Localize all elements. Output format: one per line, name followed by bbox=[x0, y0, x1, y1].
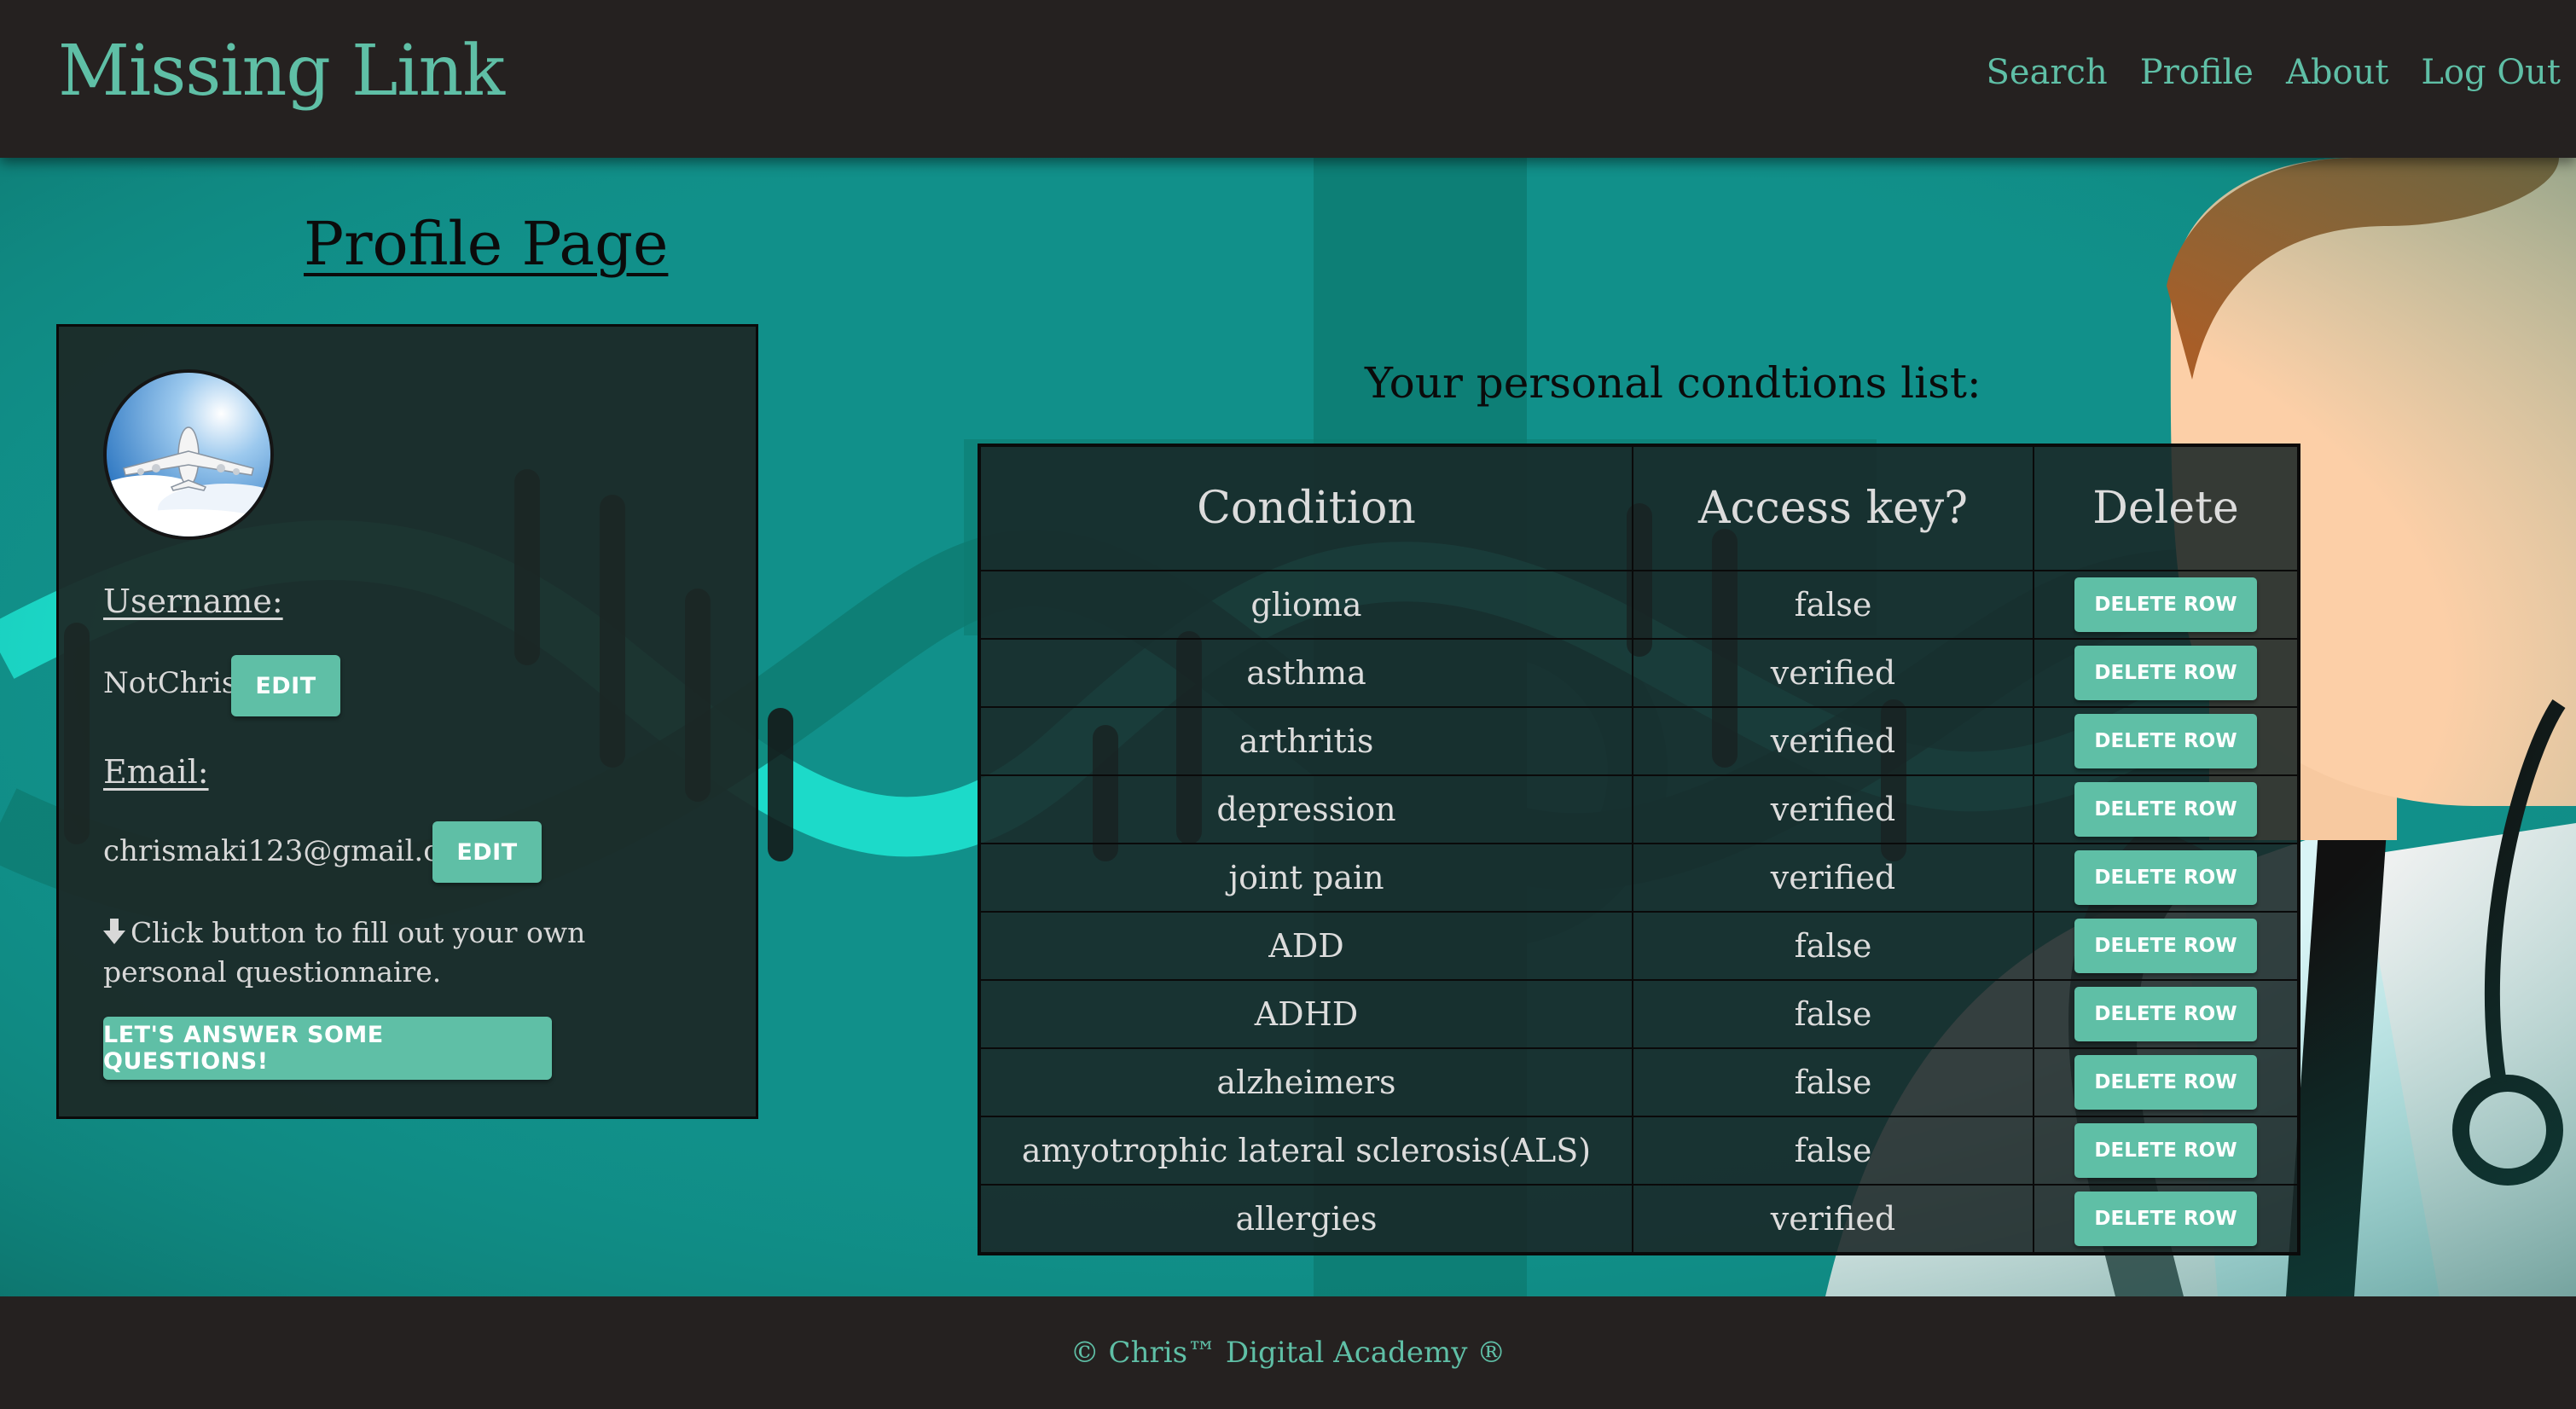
column-header-condition: Condition bbox=[978, 444, 1633, 571]
page-title: Profile Page bbox=[304, 209, 669, 279]
delete-cell: DELETE ROW bbox=[2033, 911, 2300, 981]
access-key-cell: verified bbox=[1632, 1184, 2034, 1255]
table-row: ADD false DELETE ROW bbox=[978, 911, 2300, 981]
condition-cell: ADHD bbox=[978, 979, 1633, 1049]
delete-row-button[interactable]: DELETE ROW bbox=[2074, 1055, 2257, 1110]
table-row: arthritis verified DELETE ROW bbox=[978, 706, 2300, 776]
delete-row-button[interactable]: DELETE ROW bbox=[2074, 714, 2257, 768]
table-row: allergies verified DELETE ROW bbox=[978, 1184, 2300, 1255]
access-key-cell: false bbox=[1632, 911, 2034, 981]
conditions-table: Condition Access key? Delete glioma fals… bbox=[978, 444, 2300, 1255]
airplane-avatar-icon bbox=[107, 373, 270, 536]
access-key-cell: verified bbox=[1632, 638, 2034, 708]
delete-cell: DELETE ROW bbox=[2033, 706, 2300, 776]
table-row: depression verified DELETE ROW bbox=[978, 774, 2300, 844]
delete-row-button[interactable]: DELETE ROW bbox=[2074, 577, 2257, 632]
access-key-cell: verified bbox=[1632, 774, 2034, 844]
table-header-row: Condition Access key? Delete bbox=[978, 444, 2300, 571]
edit-username-button[interactable]: EDIT bbox=[231, 655, 340, 716]
condition-cell: depression bbox=[978, 774, 1633, 844]
delete-cell: DELETE ROW bbox=[2033, 843, 2300, 913]
table-row: amyotrophic lateral sclerosis(ALS) false… bbox=[978, 1116, 2300, 1186]
delete-row-button[interactable]: DELETE ROW bbox=[2074, 1123, 2257, 1178]
footer: © Chris™ Digital Academy ® bbox=[0, 1296, 2576, 1409]
condition-cell: glioma bbox=[978, 570, 1633, 640]
delete-cell: DELETE ROW bbox=[2033, 1116, 2300, 1186]
delete-row-button[interactable]: DELETE ROW bbox=[2074, 987, 2257, 1041]
username-label: Username: bbox=[103, 583, 283, 620]
condition-cell: ADD bbox=[978, 911, 1633, 981]
delete-cell: DELETE ROW bbox=[2033, 1047, 2300, 1117]
access-key-cell: verified bbox=[1632, 706, 2034, 776]
table-row: alzheimers false DELETE ROW bbox=[978, 1047, 2300, 1117]
nav-profile-link[interactable]: Profile bbox=[2140, 53, 2254, 92]
questionnaire-hint: Click button to fill out your own person… bbox=[103, 913, 717, 992]
delete-cell: DELETE ROW bbox=[2033, 774, 2300, 844]
condition-cell: amyotrophic lateral sclerosis(ALS) bbox=[978, 1116, 1633, 1186]
access-key-cell: false bbox=[1632, 1116, 2034, 1186]
condition-cell: alzheimers bbox=[978, 1047, 1633, 1117]
hint-text: Click button to fill out your own person… bbox=[103, 916, 586, 989]
access-key-cell: false bbox=[1632, 570, 2034, 640]
avatar bbox=[103, 369, 274, 540]
delete-row-button[interactable]: DELETE ROW bbox=[2074, 850, 2257, 905]
conditions-title: Your personal condtions list: bbox=[1365, 358, 1981, 408]
arrow-down-icon bbox=[103, 919, 125, 944]
brand-logo[interactable]: Missing Link bbox=[58, 31, 505, 112]
delete-row-button[interactable]: DELETE ROW bbox=[2074, 646, 2257, 700]
nav-logout-link[interactable]: Log Out bbox=[2421, 53, 2561, 92]
nav-search-link[interactable]: Search bbox=[1987, 53, 2108, 92]
username-value: NotChris bbox=[103, 666, 237, 700]
questionnaire-button[interactable]: LET'S ANSWER SOME QUESTIONS! bbox=[103, 1017, 552, 1080]
delete-row-button[interactable]: DELETE ROW bbox=[2074, 1192, 2257, 1246]
condition-cell: allergies bbox=[978, 1184, 1633, 1255]
column-header-access-key: Access key? bbox=[1632, 444, 2034, 571]
delete-row-button[interactable]: DELETE ROW bbox=[2074, 919, 2257, 973]
top-navbar: Missing Link Search Profile About Log Ou… bbox=[0, 0, 2576, 158]
delete-row-button[interactable]: DELETE ROW bbox=[2074, 782, 2257, 837]
nav-links: Search Profile About Log Out bbox=[1987, 53, 2561, 92]
email-value: chrismaki123@gmail.com bbox=[103, 834, 484, 868]
profile-card: Username: NotChris EDIT Email: chrismaki… bbox=[56, 324, 758, 1119]
table-row: joint pain verified DELETE ROW bbox=[978, 843, 2300, 913]
table-row: glioma false DELETE ROW bbox=[978, 570, 2300, 640]
footer-copyright: © Chris™ Digital Academy ® bbox=[1070, 1336, 1506, 1370]
delete-cell: DELETE ROW bbox=[2033, 570, 2300, 640]
delete-cell: DELETE ROW bbox=[2033, 638, 2300, 708]
condition-cell: joint pain bbox=[978, 843, 1633, 913]
condition-cell: asthma bbox=[978, 638, 1633, 708]
table-row: ADHD false DELETE ROW bbox=[978, 979, 2300, 1049]
condition-cell: arthritis bbox=[978, 706, 1633, 776]
delete-cell: DELETE ROW bbox=[2033, 979, 2300, 1049]
edit-email-button[interactable]: EDIT bbox=[432, 821, 542, 883]
table-row: asthma verified DELETE ROW bbox=[978, 638, 2300, 708]
access-key-cell: false bbox=[1632, 979, 2034, 1049]
column-header-delete: Delete bbox=[2033, 444, 2300, 571]
access-key-cell: verified bbox=[1632, 843, 2034, 913]
access-key-cell: false bbox=[1632, 1047, 2034, 1117]
delete-cell: DELETE ROW bbox=[2033, 1184, 2300, 1255]
email-label: Email: bbox=[103, 753, 209, 791]
nav-about-link[interactable]: About bbox=[2286, 53, 2388, 92]
